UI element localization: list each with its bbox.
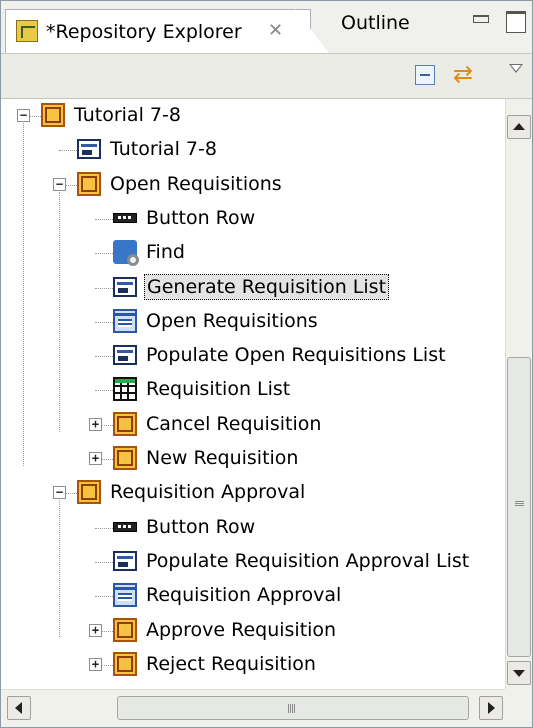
grip-icon bbox=[515, 501, 524, 507]
tree-item-label[interactable]: Tutorial 7-8 bbox=[72, 102, 183, 128]
scroll-right-button[interactable] bbox=[479, 696, 503, 720]
vertical-scroll-thumb[interactable] bbox=[507, 357, 531, 657]
tab-repository-explorer-label: *Repository Explorer bbox=[46, 21, 242, 43]
repository-explorer-view: *Repository Explorer ✕ Outline ⇄ − Tutori… bbox=[0, 0, 533, 728]
form-icon bbox=[113, 308, 137, 333]
scroll-left-button[interactable] bbox=[7, 696, 31, 720]
application-folder-icon bbox=[113, 446, 137, 470]
panel-icon bbox=[113, 276, 137, 297]
tree-item-label[interactable]: Requisition List bbox=[144, 376, 292, 402]
button-row-icon bbox=[113, 212, 137, 223]
tree-item-label[interactable]: Requisition Approval bbox=[144, 582, 343, 608]
tree-item-label[interactable]: Populate Open Requisitions List bbox=[144, 342, 448, 368]
find-icon bbox=[113, 240, 139, 267]
minimize-icon[interactable] bbox=[473, 15, 489, 23]
view-toolbar: ⇄ bbox=[1, 54, 532, 99]
view-menu-icon[interactable] bbox=[509, 64, 523, 73]
vertical-scrollbar[interactable] bbox=[505, 99, 532, 689]
collapse-node-icon[interactable]: − bbox=[53, 177, 66, 191]
tree-item-selected[interactable]: Generate Requisition List bbox=[144, 273, 390, 300]
maximize-icon[interactable] bbox=[506, 11, 526, 33]
panel-icon bbox=[113, 345, 137, 366]
expand-node-icon[interactable]: + bbox=[89, 623, 102, 637]
tree-item-label[interactable]: Requisition Approval bbox=[108, 479, 307, 505]
application-folder-icon bbox=[77, 480, 101, 505]
horizontal-scrollbar[interactable] bbox=[1, 689, 532, 727]
tree-item-label[interactable]: New Requisition bbox=[144, 445, 300, 471]
tree-item-label[interactable]: Populate Requisition Approval List bbox=[144, 548, 471, 574]
scroll-down-button[interactable] bbox=[507, 661, 531, 685]
tree-item-label[interactable]: Open Requisitions bbox=[144, 308, 320, 334]
grid-icon bbox=[113, 377, 137, 402]
tree-connector-line bbox=[59, 191, 60, 432]
collapse-all-icon[interactable] bbox=[415, 65, 435, 85]
application-folder-icon bbox=[41, 103, 65, 127]
application-folder-icon bbox=[113, 411, 137, 436]
grip-icon bbox=[288, 704, 295, 713]
tree-connector-line bbox=[23, 123, 24, 466]
application-folder-icon bbox=[113, 651, 137, 676]
panel-icon bbox=[113, 550, 137, 571]
expand-node-icon[interactable]: + bbox=[89, 452, 102, 465]
horizontal-scroll-thumb[interactable] bbox=[117, 696, 469, 720]
repository-icon bbox=[16, 20, 38, 42]
tree-item-label[interactable]: Button Row bbox=[144, 514, 257, 540]
collapse-node-icon[interactable]: − bbox=[17, 109, 30, 122]
tree-item-label[interactable]: Tutorial 7-8 bbox=[108, 136, 219, 162]
close-icon[interactable]: ✕ bbox=[268, 20, 283, 42]
application-folder-icon bbox=[77, 171, 101, 196]
tab-outline[interactable]: Outline bbox=[341, 11, 410, 35]
button-row-icon bbox=[113, 521, 137, 532]
scroll-up-button[interactable] bbox=[507, 115, 531, 139]
view-tab-bar: *Repository Explorer ✕ Outline bbox=[1, 1, 532, 54]
link-with-editor-icon[interactable]: ⇄ bbox=[453, 60, 473, 88]
panel-icon bbox=[77, 139, 101, 160]
tree-item-label[interactable]: Button Row bbox=[144, 205, 257, 231]
tree-item-label[interactable]: Find bbox=[144, 239, 187, 265]
expand-node-icon[interactable]: + bbox=[89, 417, 102, 431]
tree-item-label[interactable]: Cancel Requisition bbox=[144, 411, 323, 437]
repository-tree: − Tutorial 7-8 Tutorial 7-8 − Open Requisiti… bbox=[1, 99, 505, 689]
tab-repository-explorer[interactable]: *Repository Explorer ✕ bbox=[5, 9, 311, 53]
tree-connector-line bbox=[59, 500, 60, 638]
tree-item-label[interactable]: Approve Requisition bbox=[144, 617, 338, 643]
tree-item-label[interactable]: Reject Requisition bbox=[144, 651, 318, 677]
form-icon bbox=[113, 583, 137, 608]
application-folder-icon bbox=[113, 617, 137, 642]
collapse-node-icon[interactable]: − bbox=[53, 486, 66, 500]
expand-node-icon[interactable]: + bbox=[89, 657, 102, 671]
tree-item-label[interactable]: Open Requisitions bbox=[108, 171, 284, 197]
scrollbar-corner bbox=[505, 689, 532, 727]
